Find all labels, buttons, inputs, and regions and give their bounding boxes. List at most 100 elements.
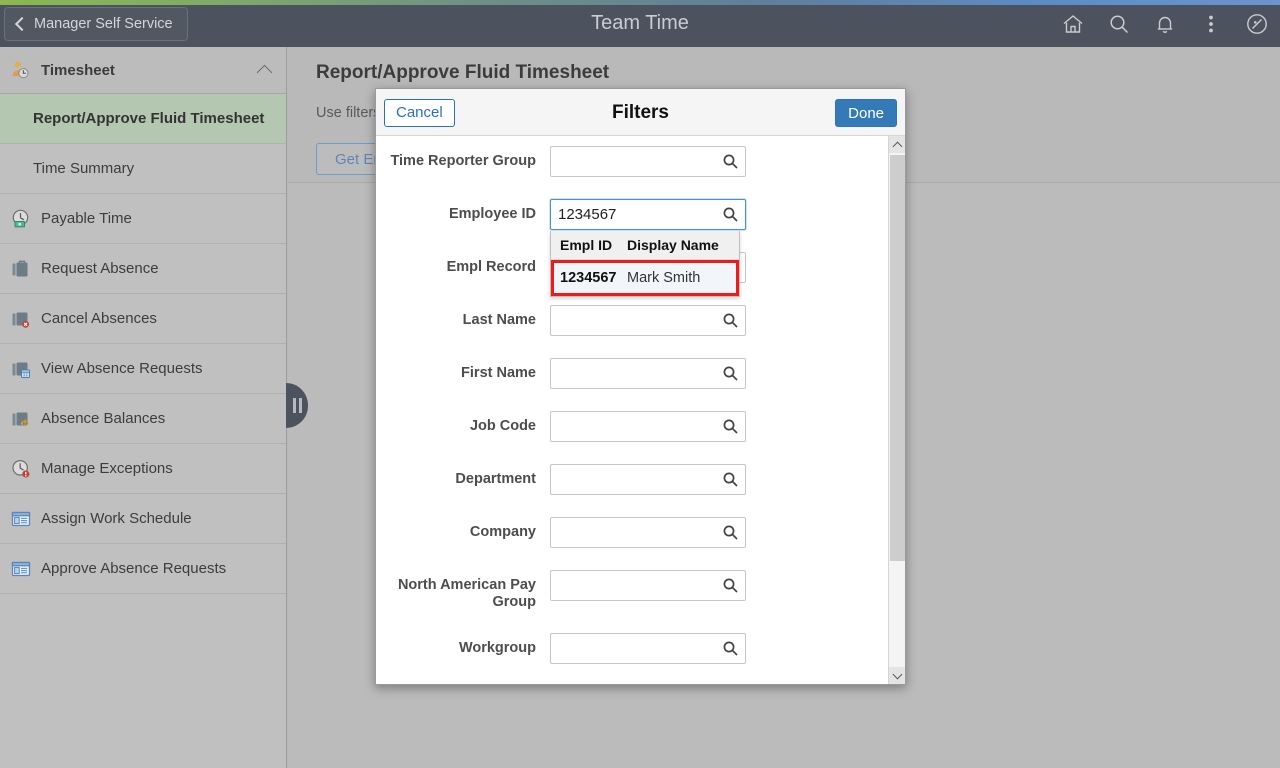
lookup-search-icon[interactable] — [720, 363, 741, 384]
chevron-up-icon[interactable] — [256, 64, 273, 81]
lookup-search-icon[interactable] — [720, 522, 741, 543]
window-panel-icon — [10, 558, 32, 580]
company-input[interactable] — [550, 517, 746, 548]
field-label: Department — [455, 471, 536, 487]
page-title: Report/Approve Fluid Timesheet — [316, 62, 610, 83]
employee-id-autocomplete-dropdown: Empl ID Display Name 1234567 Mark Smith — [550, 231, 740, 297]
lookup-search-icon[interactable] — [720, 416, 741, 437]
modal-header: Cancel Filters Done — [376, 89, 905, 136]
lookup-search-icon[interactable] — [720, 469, 741, 490]
back-to-manager-self-service-button[interactable]: Manager Self Service — [4, 7, 188, 41]
back-button-label: Manager Self Service — [34, 16, 173, 32]
clock-alert-icon — [10, 458, 32, 480]
workgroup-input[interactable] — [550, 633, 746, 664]
sidebar-item-label: Time Summary — [33, 160, 135, 177]
sidebar-item-cancel-absences[interactable]: Cancel Absences — [0, 294, 286, 344]
field-wrapper — [550, 146, 746, 177]
field-label: Employee ID — [448, 206, 536, 222]
chevron-left-icon — [13, 17, 27, 31]
field-wrapper — [550, 305, 746, 336]
field-wrapper — [550, 570, 746, 601]
scroll-down-arrow-icon[interactable] — [889, 667, 905, 684]
app-header: Manager Self Service Team Time — [0, 0, 1280, 47]
brand-gradient-strip — [0, 0, 1280, 5]
lookup-search-icon[interactable] — [720, 151, 741, 172]
field-wrapper — [550, 464, 746, 495]
sidebar-item-label: Report/Approve Fluid Timesheet — [33, 110, 265, 127]
navbar-compass-icon[interactable] — [1244, 11, 1270, 37]
field-label: First Name — [461, 365, 536, 381]
scroll-up-arrow-icon[interactable] — [889, 136, 905, 153]
filters-modal: Cancel Filters Done Time Reporter Group — [375, 88, 906, 685]
briefcase-balance-icon — [10, 408, 32, 430]
briefcase-cancel-icon — [10, 308, 32, 330]
sidebar-item-label: Manage Exceptions — [41, 460, 173, 477]
sidebar-item-label: Cancel Absences — [41, 310, 157, 327]
autocomplete-suggestion-row[interactable]: 1234567 Mark Smith — [551, 260, 739, 296]
field-wrapper — [550, 411, 746, 442]
field-label: Company — [469, 524, 536, 540]
sidebar-item-absence-balances[interactable]: Absence Balances — [0, 394, 286, 444]
handle-bar — [298, 398, 302, 413]
first-name-input[interactable] — [550, 358, 746, 389]
sidebar-item-view-absence-requests[interactable]: View Absence Requests — [0, 344, 286, 394]
sidebar-item-approve-absence-requests[interactable]: Approve Absence Requests — [0, 544, 286, 594]
lookup-search-icon[interactable] — [720, 204, 741, 225]
sidebar-item-report-approve-fluid-timesheet[interactable]: Report/Approve Fluid Timesheet — [0, 94, 286, 144]
header-icon-group — [1060, 0, 1270, 47]
employee-id-input[interactable] — [550, 199, 746, 230]
lookup-search-icon[interactable] — [720, 575, 741, 596]
sidebar-item-label: Payable Time — [41, 210, 132, 227]
sidebar-item-assign-work-schedule[interactable]: Assign Work Schedule — [0, 494, 286, 544]
cancel-button[interactable]: Cancel — [384, 99, 455, 127]
filters-form: Time Reporter Group Employee ID 1234567 … — [376, 136, 884, 684]
field-row-job-code: Job Code — [376, 411, 884, 442]
field-label: Time Reporter Group — [390, 153, 536, 169]
suggestion-display-name: Mark Smith — [627, 270, 701, 286]
notifications-bell-icon[interactable] — [1152, 11, 1178, 37]
department-input[interactable] — [550, 464, 746, 495]
north-american-pay-group-input[interactable] — [550, 570, 746, 601]
modal-body: Time Reporter Group Employee ID 1234567 … — [376, 136, 905, 684]
modal-scrollbar[interactable] — [888, 136, 905, 684]
done-button[interactable]: Done — [835, 99, 897, 127]
autocomplete-header-row: Empl ID Display Name — [551, 231, 739, 260]
field-label: Workgroup — [458, 640, 536, 656]
home-icon[interactable] — [1060, 11, 1086, 37]
field-label: Job Code — [469, 418, 536, 434]
sidebar-item-label: Assign Work Schedule — [41, 510, 192, 527]
time-reporter-group-input[interactable] — [550, 146, 746, 177]
sidebar-group-timesheet[interactable]: Timesheet — [0, 47, 286, 94]
sidebar-group-label: Timesheet — [41, 61, 115, 79]
lookup-search-icon[interactable] — [720, 310, 741, 331]
sidebar-item-label: Absence Balances — [41, 410, 166, 427]
modal-title: Filters — [611, 102, 670, 123]
sidebar-item-request-absence[interactable]: Request Absence — [0, 244, 286, 294]
briefcase-calendar-icon — [10, 358, 32, 380]
search-icon[interactable] — [1106, 11, 1132, 37]
window-panel-icon — [10, 508, 32, 530]
briefcase-icon — [10, 258, 32, 280]
job-code-input[interactable] — [550, 411, 746, 442]
lookup-search-icon[interactable] — [720, 638, 741, 659]
field-row-employee-id: Employee ID Empl ID Display Name — [376, 199, 884, 297]
field-row-first-name: First Name — [376, 358, 884, 389]
sidebar: Timesheet Report/Approve Fluid Timesheet… — [0, 47, 287, 768]
field-wrapper — [550, 633, 746, 664]
field-label: North American Pay Group — [397, 577, 536, 610]
sidebar-item-label: Request Absence — [41, 260, 159, 277]
field-wrapper: Empl ID Display Name 1234567 Mark Smith — [550, 199, 746, 297]
sidebar-item-payable-time[interactable]: Payable Time — [0, 194, 286, 244]
sidebar-item-manage-exceptions[interactable]: Manage Exceptions — [0, 444, 286, 494]
field-wrapper — [550, 358, 746, 389]
scrollbar-thumb[interactable] — [890, 155, 905, 561]
field-row-time-reporter-group: Time Reporter Group — [376, 146, 884, 177]
suggestion-empl-id: 1234567 — [560, 270, 617, 286]
field-wrapper — [550, 517, 746, 548]
sidebar-item-time-summary[interactable]: Time Summary — [0, 144, 286, 194]
person-clock-icon — [10, 59, 32, 81]
last-name-input[interactable] — [550, 305, 746, 336]
field-row-department: Department — [376, 464, 884, 495]
actions-menu-icon[interactable] — [1198, 11, 1224, 37]
app-root: Manager Self Service Team Time Timesheet… — [0, 0, 1280, 768]
